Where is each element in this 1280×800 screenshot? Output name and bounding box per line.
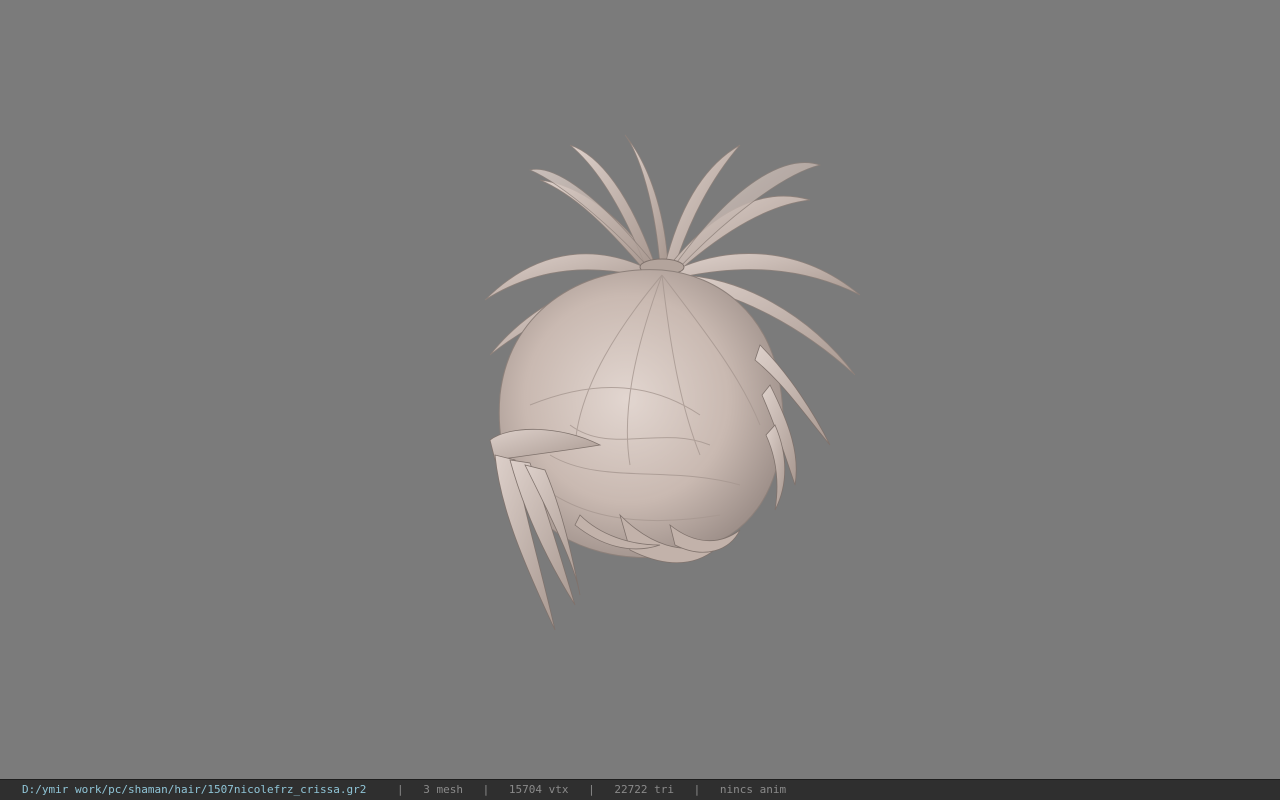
vertex-count-label: 15704 vtx [508,783,569,796]
triangle-count-label: 22722 tri [614,783,674,796]
status-separator: | [482,783,490,796]
status-separator: | [588,783,595,796]
3d-viewport[interactable] [0,0,1280,779]
status-bar: D:/ymir work/pc/shaman/hair/1507nicolefr… [0,779,1280,800]
file-path-label: D:/ymir work/pc/shaman/hair/1507nicolefr… [22,783,367,796]
animation-status-label: nincs anim [719,783,787,796]
mesh-count-label: 3 mesh [423,783,463,796]
status-separator: | [397,783,404,796]
hair-model-render [484,134,861,631]
status-separator: | [693,783,701,796]
